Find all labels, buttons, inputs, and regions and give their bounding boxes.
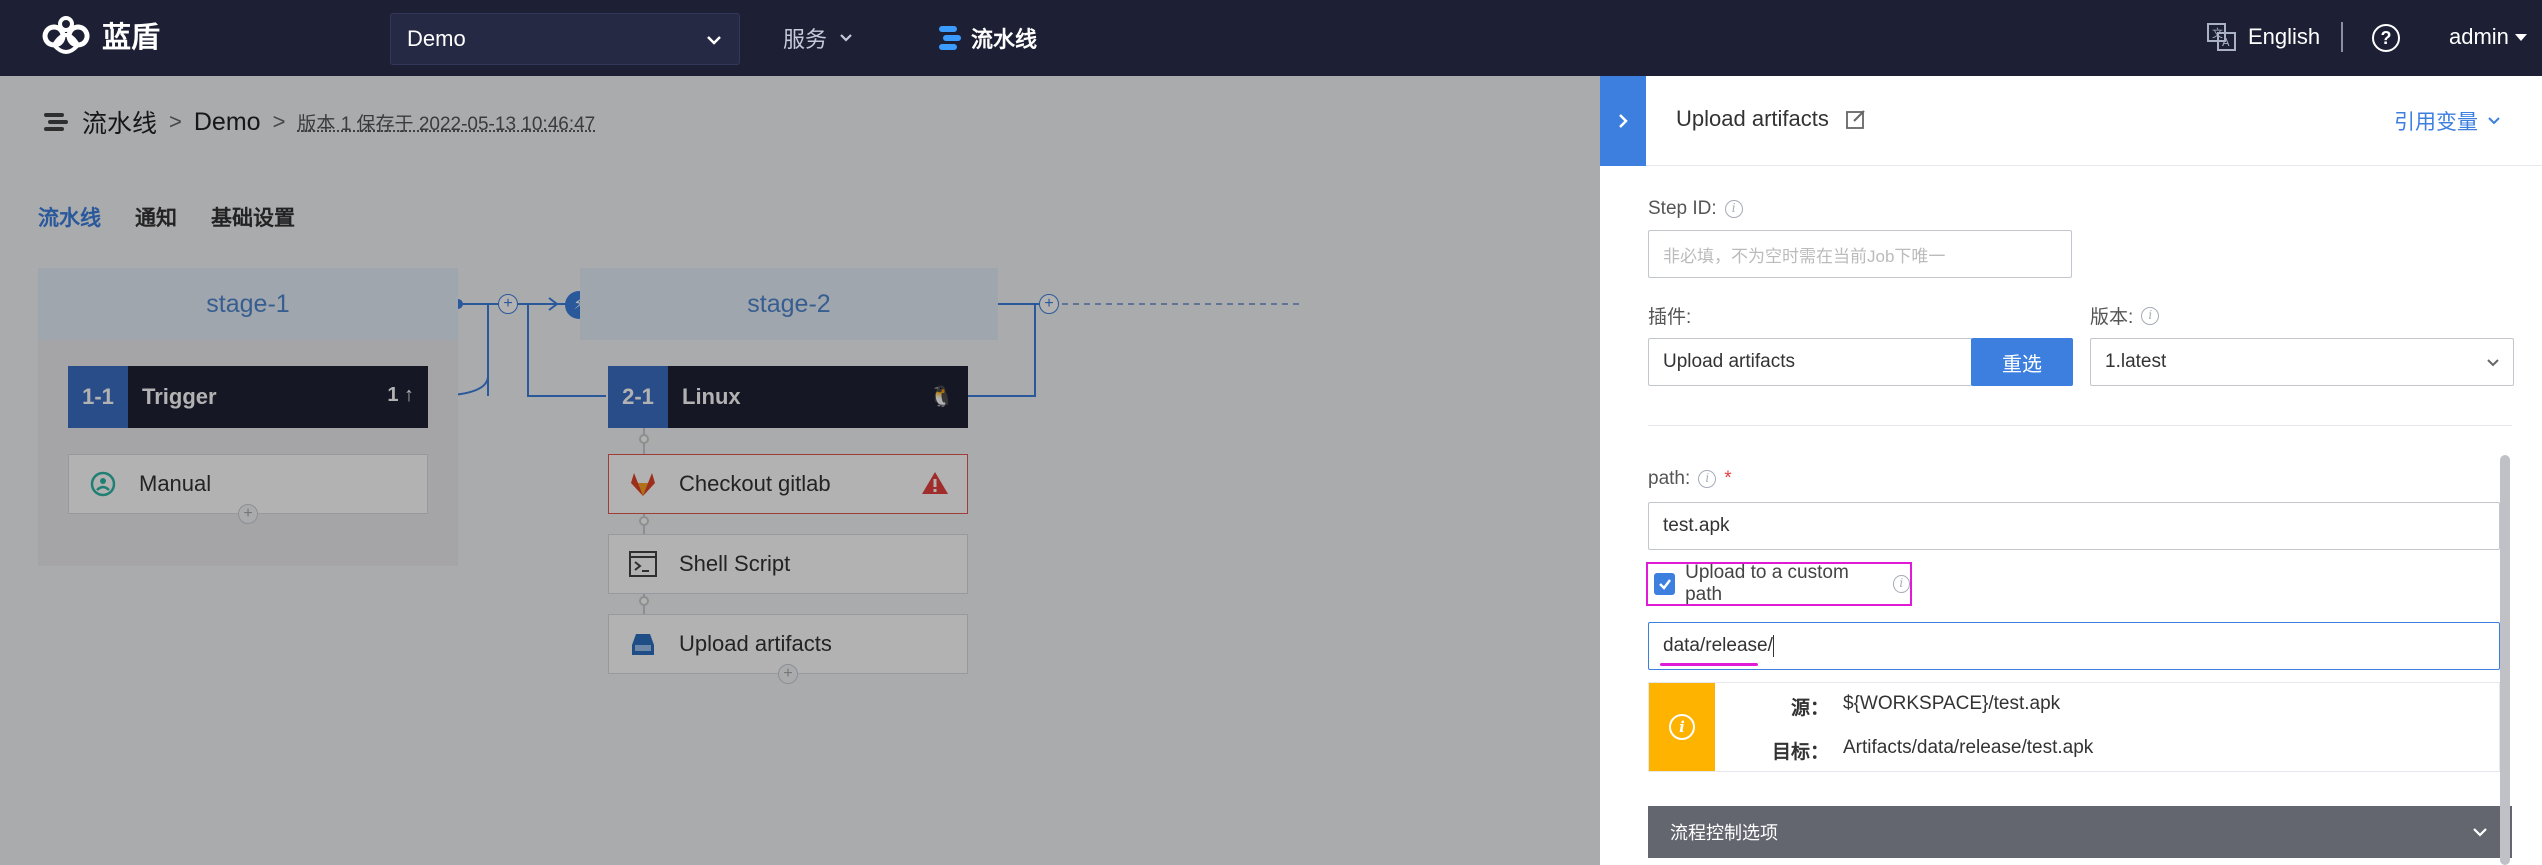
top-navbar: 蓝盾 Demo 服务 流水线 文 A English ? admin — [0, 0, 2542, 76]
project-selector[interactable]: Demo — [390, 13, 740, 65]
step-id-placeholder: 非必填，不为空时需在当前Job下唯一 — [1663, 246, 1946, 266]
version-label: 版本: i — [2090, 302, 2160, 329]
pipeline-icon — [939, 26, 961, 50]
brand-logo[interactable]: 蓝盾 — [40, 14, 160, 56]
element-property-panel: Upload artifacts 引用变量 Step ID: i 非必填，不为空时… — [1600, 76, 2542, 865]
collapse-panel-button[interactable] — [1600, 76, 1646, 166]
path-input[interactable]: test.apk — [1648, 502, 2500, 550]
required-mark: * — [1724, 468, 1732, 489]
flow-control-options[interactable]: 流程控制选项 — [1648, 806, 2512, 858]
version-select[interactable]: 1.latest — [2090, 338, 2514, 386]
custom-path-value: data/release/ — [1663, 635, 1773, 656]
custom-path-label: Upload to a custom path — [1685, 562, 1849, 605]
flow-control-label: 流程控制选项 — [1670, 823, 1778, 843]
chevron-down-icon — [2488, 117, 2500, 125]
panel-scrollbar[interactable] — [2500, 455, 2510, 865]
info-icon[interactable]: i — [1724, 200, 1743, 218]
reference-variables-toggle[interactable]: 引用变量 — [2394, 106, 2502, 136]
chevron-down-icon — [707, 36, 721, 45]
divider — [2341, 22, 2343, 52]
info-badge: i — [1649, 683, 1715, 771]
panel-header: Upload artifacts 引用变量 — [1600, 76, 2542, 166]
svg-text:A: A — [2222, 36, 2230, 49]
language-label: English — [2248, 24, 2321, 49]
reselect-label: 重选 — [2002, 353, 2042, 376]
panel-title: Upload artifacts — [1676, 106, 1867, 132]
highlight-underline — [1660, 663, 1758, 666]
nav-service-label: 服务 — [783, 27, 828, 52]
info-icon[interactable]: i — [1698, 470, 1717, 488]
chevron-down-icon — [2473, 828, 2487, 837]
chevron-down-icon — [840, 34, 852, 42]
reselect-plugin-button[interactable]: 重选 — [1971, 338, 2073, 386]
reference-variables-label: 引用变量 — [2394, 111, 2478, 134]
help-icon[interactable]: ? — [2372, 24, 2400, 52]
translate-icon: 文 A — [2207, 23, 2236, 51]
info-target-label: 目标： — [1771, 742, 1829, 763]
path-value: test.apk — [1663, 515, 1730, 536]
project-name: Demo — [407, 26, 466, 51]
nav-pipeline-label: 流水线 — [971, 27, 1038, 52]
panel-title-text: Upload artifacts — [1676, 106, 1829, 131]
info-icon[interactable]: i — [1892, 575, 1910, 593]
user-menu[interactable]: admin — [2449, 24, 2529, 50]
plugin-label: 插件: — [1648, 307, 1692, 328]
nav-pipeline[interactable]: 流水线 — [937, 22, 1037, 54]
brand-name: 蓝盾 — [102, 22, 161, 54]
path-label: path: i * — [1648, 468, 1732, 489]
version-value: 1.latest — [2105, 351, 2167, 372]
info-icon: i — [1669, 714, 1695, 740]
info-target-row: 目标： Artifacts/data/release/test.apk — [1749, 737, 2093, 764]
cloud-logo-icon — [42, 16, 90, 54]
custom-path-checkbox[interactable]: Upload to a custom path i — [1646, 562, 1912, 606]
info-source-label: 源： — [1790, 698, 1829, 719]
nav-service-menu[interactable]: 服务 — [783, 22, 855, 54]
step-id-input[interactable]: 非必填，不为空时需在当前Job下唯一 — [1648, 230, 2072, 278]
plugin-input[interactable]: Upload artifacts — [1648, 338, 1972, 386]
chevron-right-icon — [1619, 114, 1628, 128]
info-icon[interactable]: i — [2141, 306, 2160, 325]
checkbox-checked-icon[interactable] — [1654, 573, 1676, 595]
step-id-label: Step ID: i — [1648, 198, 1743, 220]
language-switcher[interactable]: 文 A English — [2206, 22, 2320, 52]
plugin-value: Upload artifacts — [1663, 351, 1796, 372]
edit-icon[interactable] — [1845, 108, 1867, 130]
info-source-row: 源： ${WORKSPACE}/test.apk — [1749, 693, 2060, 720]
text-cursor — [1772, 635, 1774, 657]
path-info-box: i 源： ${WORKSPACE}/test.apk 目标： Artifacts… — [1648, 682, 2500, 772]
info-source-value: ${WORKSPACE}/test.apk — [1843, 693, 2061, 714]
info-target-value: Artifacts/data/release/test.apk — [1843, 737, 2094, 758]
modal-overlay[interactable] — [0, 76, 1600, 865]
caret-down-icon — [2514, 34, 2527, 41]
custom-path-input[interactable]: data/release/ — [1648, 622, 2500, 670]
user-name: admin — [2449, 24, 2509, 49]
divider — [1648, 425, 2512, 426]
chevron-down-icon — [2487, 359, 2499, 367]
